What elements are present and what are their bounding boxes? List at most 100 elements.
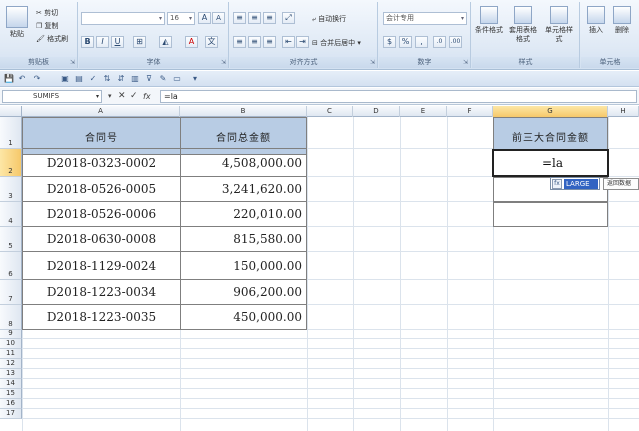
sort-asc-icon[interactable]: ⇅ xyxy=(102,74,112,84)
font-launcher-icon[interactable]: ⇲ xyxy=(221,59,226,66)
autocomplete-popup[interactable]: fx LARGE xyxy=(550,177,600,190)
contract-amount-cell[interactable]: 220,010.00 xyxy=(180,201,307,227)
decrease-decimal-icon[interactable]: .00 xyxy=(449,36,462,48)
row-header-8[interactable]: 8 xyxy=(0,305,22,330)
row-header-10[interactable]: 10 xyxy=(0,339,22,349)
paste-button[interactable]: 粘贴 xyxy=(2,6,32,39)
row-header-1[interactable]: 1 xyxy=(0,117,22,149)
row-header-16[interactable]: 16 xyxy=(0,399,22,409)
shrink-font-button[interactable]: A xyxy=(212,12,225,24)
contract-no-cell[interactable]: D2018-1129-0024 xyxy=(22,251,181,280)
row-header-14[interactable]: 14 xyxy=(0,379,22,389)
number-format-combo[interactable]: 会计专用 ▾ xyxy=(383,12,467,25)
contract-no-cell[interactable]: D2018-0630-0008 xyxy=(22,226,181,252)
contract-amount-cell[interactable]: 906,200.00 xyxy=(180,279,307,305)
column-header-a[interactable]: A xyxy=(22,106,180,117)
underline-button[interactable]: U xyxy=(111,36,124,48)
border-icon[interactable]: ⊞ xyxy=(133,36,146,48)
contract-no-cell[interactable]: D2018-0526-0006 xyxy=(22,201,181,227)
row-header-4[interactable]: 4 xyxy=(0,202,22,227)
row-header-12[interactable]: 12 xyxy=(0,359,22,369)
contract-no-cell[interactable]: D2018-1223-0034 xyxy=(22,279,181,305)
contract-no-cell[interactable]: D2018-1223-0035 xyxy=(22,304,181,330)
row-header-7[interactable]: 7 xyxy=(0,280,22,305)
autocomplete-item-large[interactable]: LARGE xyxy=(564,179,598,189)
cut-button[interactable]: ✂ 剪切 xyxy=(36,8,58,18)
align-center-icon[interactable]: ≡ xyxy=(248,36,261,48)
save-icon[interactable]: 💾 xyxy=(4,74,14,84)
format-as-table-button[interactable]: 套用表格格式 xyxy=(508,6,538,44)
row-header-9[interactable]: 9 xyxy=(0,329,22,339)
g4-cell[interactable] xyxy=(493,202,608,227)
italic-button[interactable]: I xyxy=(96,36,109,48)
font-size-combo[interactable]: 16 ▾ xyxy=(167,12,195,25)
align-left-icon[interactable]: ≡ xyxy=(233,36,246,48)
align-bottom-icon[interactable]: ≡ xyxy=(263,12,276,24)
expand-icon[interactable]: ▾ xyxy=(108,90,112,103)
contract-amount-cell[interactable]: 4,508,000.00 xyxy=(180,148,307,177)
filter-icon[interactable]: ⊽ xyxy=(144,74,154,84)
row-header-6[interactable]: 6 xyxy=(0,252,22,280)
increase-indent-icon[interactable]: ⇥ xyxy=(296,36,309,48)
currency-icon[interactable]: $ xyxy=(383,36,396,48)
grow-font-button[interactable]: A xyxy=(198,12,211,24)
align-top-icon[interactable]: ≡ xyxy=(233,12,246,24)
alignment-launcher-icon[interactable]: ⇲ xyxy=(370,59,375,66)
name-box[interactable]: SUMIFS ▾ xyxy=(2,90,102,103)
row-header-17[interactable]: 17 xyxy=(0,409,22,419)
column-header-e[interactable]: E xyxy=(400,106,447,117)
print-preview-icon[interactable]: ▣ xyxy=(60,74,70,84)
contract-amount-cell[interactable]: 450,000.00 xyxy=(180,304,307,330)
merge-center-button[interactable]: ⊟ 合并后居中 ▾ xyxy=(312,38,361,48)
delete-button[interactable]: 删除 xyxy=(607,6,637,35)
phonetic-icon[interactable]: 文 xyxy=(205,36,218,48)
clipboard-launcher-icon[interactable]: ⇲ xyxy=(70,59,75,66)
contract-amount-cell[interactable]: 815,580.00 xyxy=(180,226,307,252)
contract-no-cell[interactable]: D2018-0526-0005 xyxy=(22,176,181,202)
insert-function-icon[interactable]: fx xyxy=(143,90,151,103)
column-header-g[interactable]: G xyxy=(493,106,608,117)
enter-icon[interactable]: ✓ xyxy=(130,90,138,103)
select-all-corner[interactable] xyxy=(0,106,22,117)
column-header-f[interactable]: F xyxy=(447,106,493,117)
row-header-3[interactable]: 3 xyxy=(0,177,22,202)
row-header-15[interactable]: 15 xyxy=(0,389,22,399)
orientation-icon[interactable]: ⤢ xyxy=(282,12,295,24)
comma-icon[interactable]: , xyxy=(415,36,428,48)
column-header-d[interactable]: D xyxy=(353,106,400,117)
worksheet-grid[interactable]: ABCDEFGH 1 2 3 4 5 6 7 8 9 10 11 12 13 14 15 16 17 合同号 合同… xyxy=(0,106,639,431)
bold-button[interactable]: B xyxy=(81,36,94,48)
row-header-2[interactable]: 2 xyxy=(0,149,22,177)
column-header-h[interactable]: H xyxy=(608,106,639,117)
decrease-indent-icon[interactable]: ⇤ xyxy=(282,36,295,48)
format-painter-button[interactable]: 🖌 格式刷 xyxy=(36,34,68,44)
formula-input[interactable]: =la xyxy=(160,90,637,103)
column-header-b[interactable]: B xyxy=(180,106,307,117)
spell-check-icon[interactable]: ✓ xyxy=(88,74,98,84)
contract-no-cell[interactable]: D2018-0323-0002 xyxy=(22,148,181,177)
cell-styles-button[interactable]: 单元格样式 xyxy=(544,6,574,44)
fill-color-icon[interactable]: ◭ xyxy=(159,36,172,48)
align-right-icon[interactable]: ≡ xyxy=(263,36,276,48)
copy-button[interactable]: ❐ 复制 xyxy=(36,21,59,31)
align-middle-icon[interactable]: ≡ xyxy=(248,12,261,24)
contract-amount-cell[interactable]: 150,000.00 xyxy=(180,251,307,280)
wrap-text-button[interactable]: ⤶ 自动换行 xyxy=(312,14,346,24)
font-name-combo[interactable]: ▾ xyxy=(81,12,165,25)
increase-decimal-icon[interactable]: .0 xyxy=(433,36,446,48)
conditional-format-button[interactable]: 条件格式 xyxy=(474,6,504,35)
customize-qat-icon[interactable]: ▾ xyxy=(190,74,200,84)
chart-icon[interactable]: ▥ xyxy=(130,74,140,84)
print-icon[interactable]: ▤ xyxy=(74,74,84,84)
row-header-13[interactable]: 13 xyxy=(0,369,22,379)
draw-icon[interactable]: ✎ xyxy=(158,74,168,84)
column-header-c[interactable]: C xyxy=(307,106,353,117)
row-header-5[interactable]: 5 xyxy=(0,227,22,252)
contract-amount-cell[interactable]: 3,241,620.00 xyxy=(180,176,307,202)
percent-button[interactable]: % xyxy=(399,36,412,48)
sort-desc-icon[interactable]: ⇵ xyxy=(116,74,126,84)
undo-icon[interactable]: ↶ xyxy=(17,74,27,84)
camera-icon[interactable]: ▭ xyxy=(172,74,182,84)
row-header-11[interactable]: 11 xyxy=(0,349,22,359)
number-launcher-icon[interactable]: ⇲ xyxy=(463,59,468,66)
